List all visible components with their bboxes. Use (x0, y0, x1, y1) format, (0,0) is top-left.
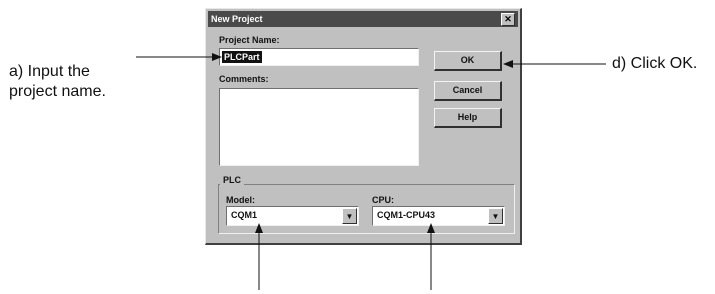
arrow-cpu-head (427, 223, 435, 233)
arrow-model-head (255, 223, 263, 233)
arrow-d-head (503, 60, 513, 68)
arrow-a-head (212, 53, 222, 61)
annotation-arrows (136, 53, 606, 290)
